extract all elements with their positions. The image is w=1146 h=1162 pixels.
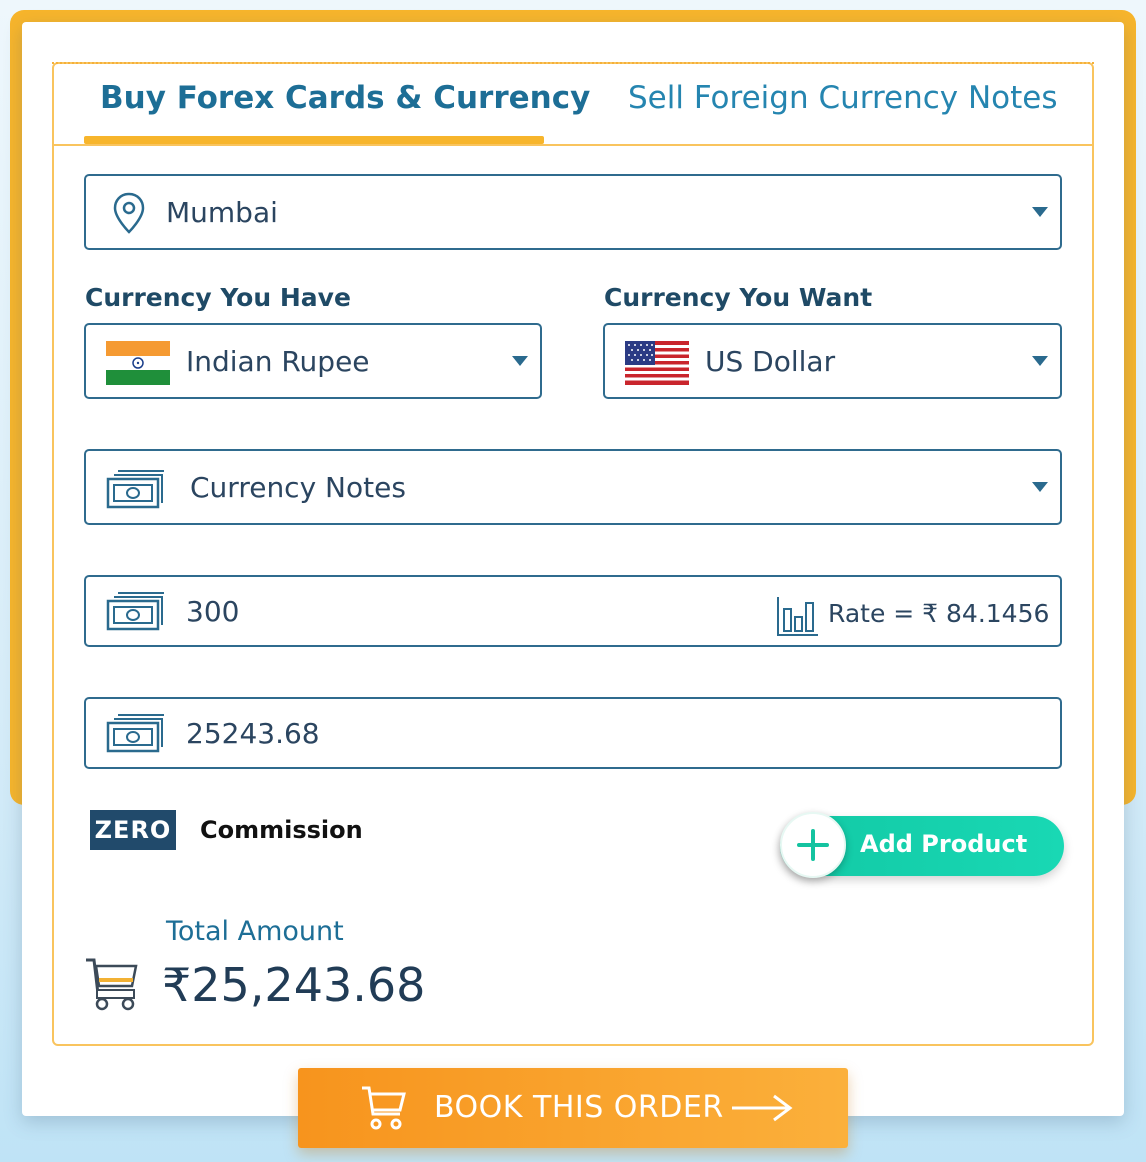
chevron-down-icon	[1032, 482, 1048, 492]
currency-have-label: Currency You Have	[85, 283, 351, 312]
currency-have-value: Indian Rupee	[186, 345, 370, 378]
foreign-amount-value: 300	[186, 595, 240, 628]
chevron-down-icon	[1032, 207, 1048, 217]
rate-text: Rate = ₹ 84.1456	[828, 599, 1050, 628]
arrow-right-icon	[730, 1092, 794, 1128]
location-value: Mumbai	[166, 196, 278, 229]
book-order-button[interactable]: BOOK THIS ORDER	[298, 1068, 848, 1148]
tab-sell-currency[interactable]: Sell Foreign Currency Notes	[628, 80, 1058, 116]
location-pin-icon	[112, 192, 146, 238]
cart-icon	[360, 1084, 408, 1136]
commission-text: Commission	[200, 816, 363, 844]
location-select[interactable]: Mumbai	[84, 174, 1062, 250]
currency-have-select[interactable]: Indian Rupee	[84, 323, 542, 399]
india-flag-icon	[106, 341, 170, 389]
bar-chart-icon	[776, 595, 820, 641]
tab-buy-forex[interactable]: Buy Forex Cards & Currency	[100, 80, 590, 116]
total-amount-label: Total Amount	[166, 916, 344, 947]
plus-icon	[780, 812, 846, 878]
usa-flag-icon	[625, 341, 689, 389]
banknote-icon	[106, 713, 166, 759]
banknote-icon	[106, 469, 166, 515]
chevron-down-icon	[1032, 356, 1048, 366]
inr-amount-value: 25243.68	[186, 717, 320, 750]
add-product-label: Add Product	[860, 830, 1028, 858]
exchange-rate: Rate = ₹ 84.1456	[776, 595, 1049, 636]
currency-want-select[interactable]: US Dollar	[603, 323, 1062, 399]
foreign-amount-field[interactable]: 300 Rate = ₹ 84.1456	[84, 575, 1062, 647]
tab-bar: Buy Forex Cards & Currency Sell Foreign …	[54, 64, 1092, 146]
book-order-label: BOOK THIS ORDER	[434, 1090, 724, 1125]
currency-want-label: Currency You Want	[604, 283, 873, 312]
currency-want-value: US Dollar	[705, 345, 836, 378]
chevron-down-icon	[512, 356, 528, 366]
total-amount-value: ₹25,243.68	[162, 958, 426, 1012]
active-tab-indicator	[84, 136, 544, 144]
product-type-value: Currency Notes	[190, 471, 406, 504]
shopping-cart-icon	[84, 954, 140, 1016]
zero-badge: ZERO	[90, 810, 176, 850]
add-product-button[interactable]: Add Product	[780, 812, 1064, 878]
product-type-select[interactable]: Currency Notes	[84, 449, 1062, 525]
forex-form: Buy Forex Cards & Currency Sell Foreign …	[52, 62, 1094, 1046]
inr-amount-field[interactable]: 25243.68	[84, 697, 1062, 769]
banknote-icon	[106, 591, 166, 637]
